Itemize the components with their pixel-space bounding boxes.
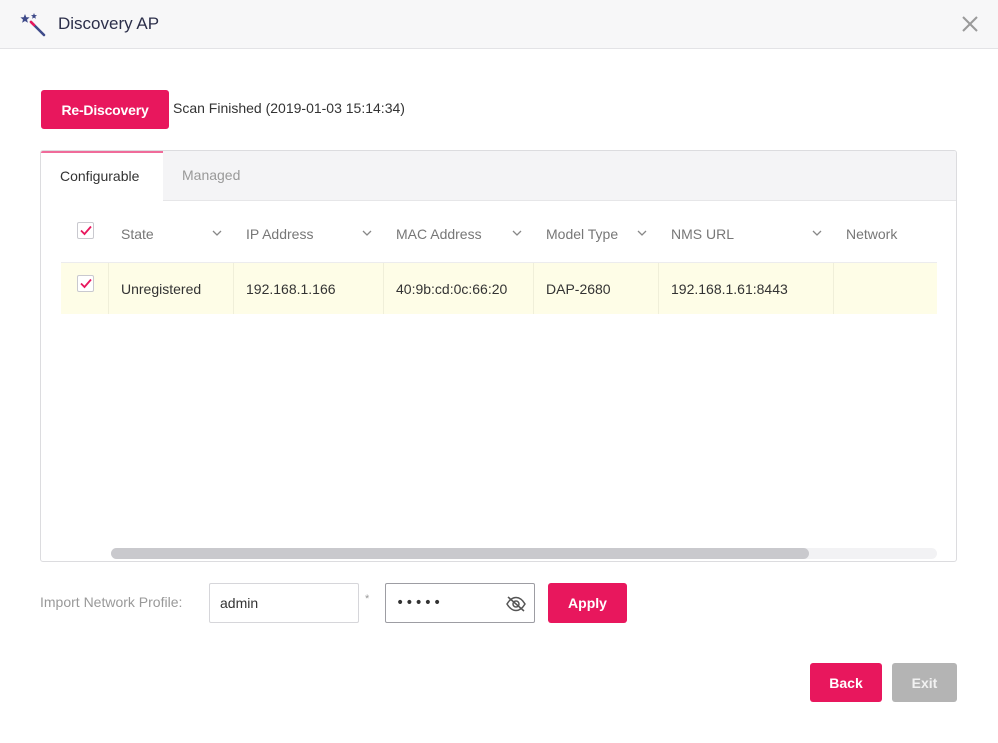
- discovery-panel: Configurable Managed State IP Address MA…: [40, 150, 957, 562]
- row-checkbox-cell: [61, 263, 109, 314]
- column-header-mac-address[interactable]: MAC Address: [384, 201, 534, 262]
- eye-off-icon[interactable]: [505, 595, 527, 613]
- cell-network: [834, 263, 937, 314]
- cell-text: Unregistered: [121, 280, 202, 297]
- scan-status-text: Scan Finished (2019-01-03 15:14:34): [173, 100, 405, 116]
- column-header-label: IP Address: [246, 225, 314, 242]
- back-button[interactable]: Back: [810, 663, 882, 702]
- column-header-ip-address[interactable]: IP Address: [234, 201, 384, 262]
- tab-bar: Configurable Managed: [41, 151, 956, 202]
- cell-text: 192.168.1.166: [246, 280, 336, 297]
- table-header-row: State IP Address MAC Address Model Type …: [61, 201, 937, 263]
- column-header-model-type[interactable]: Model Type: [534, 201, 659, 262]
- chevron-down-icon[interactable]: [212, 230, 222, 236]
- scrollbar-thumb[interactable]: [111, 548, 809, 559]
- cell-model-type: DAP-2680: [534, 263, 659, 314]
- column-header-label: MAC Address: [396, 225, 482, 242]
- cell-mac-address: 40:9b:cd:0c:66:20: [384, 263, 534, 314]
- select-all-checkbox[interactable]: [77, 222, 94, 239]
- column-header-label: NMS URL: [671, 225, 735, 242]
- table-row[interactable]: Unregistered 192.168.1.166 40:9b:cd:0c:6…: [61, 263, 937, 314]
- chevron-down-icon[interactable]: [637, 230, 647, 236]
- cell-text: DAP-2680: [546, 280, 611, 297]
- cell-state: Unregistered: [109, 263, 234, 314]
- cell-ip-address: 192.168.1.166: [234, 263, 384, 314]
- required-marker: *: [365, 593, 370, 605]
- header-checkbox-cell: [61, 201, 109, 262]
- chevron-down-icon[interactable]: [512, 230, 522, 236]
- apply-button[interactable]: Apply: [548, 583, 627, 623]
- column-header-label: Network: [846, 225, 898, 242]
- magic-wand-icon: [20, 13, 46, 37]
- checkmark-icon: [80, 225, 92, 236]
- cell-text: 192.168.1.61:8443: [671, 280, 788, 297]
- cell-text: 40:9b:cd:0c:66:20: [396, 280, 508, 297]
- ap-table: State IP Address MAC Address Model Type …: [61, 201, 937, 541]
- dialog-title: Discovery AP: [58, 14, 160, 33]
- horizontal-scrollbar[interactable]: [111, 548, 937, 559]
- username-input[interactable]: [209, 583, 359, 623]
- chevron-down-icon[interactable]: [362, 230, 372, 236]
- checkmark-icon: [80, 278, 92, 289]
- cell-nms-url: 192.168.1.61:8443: [659, 263, 834, 314]
- rediscovery-button[interactable]: Re-Discovery: [41, 90, 169, 129]
- tab-configurable[interactable]: Configurable: [41, 151, 163, 202]
- password-field[interactable]: [385, 583, 535, 623]
- column-header-label: Model Type: [546, 225, 619, 242]
- tab-managed[interactable]: Managed: [163, 151, 259, 201]
- import-profile-label: Import Network Profile:: [40, 594, 183, 610]
- dialog-titlebar: Discovery AP: [0, 0, 998, 49]
- column-header-label: State: [121, 225, 154, 242]
- column-header-network[interactable]: Network: [834, 201, 937, 262]
- exit-button[interactable]: Exit: [892, 663, 957, 702]
- close-icon[interactable]: [958, 12, 982, 36]
- chevron-down-icon[interactable]: [812, 230, 822, 236]
- column-header-nms-url[interactable]: NMS URL: [659, 201, 834, 262]
- column-header-state[interactable]: State: [109, 201, 234, 262]
- password-input[interactable]: [386, 584, 504, 622]
- row-checkbox[interactable]: [77, 275, 94, 292]
